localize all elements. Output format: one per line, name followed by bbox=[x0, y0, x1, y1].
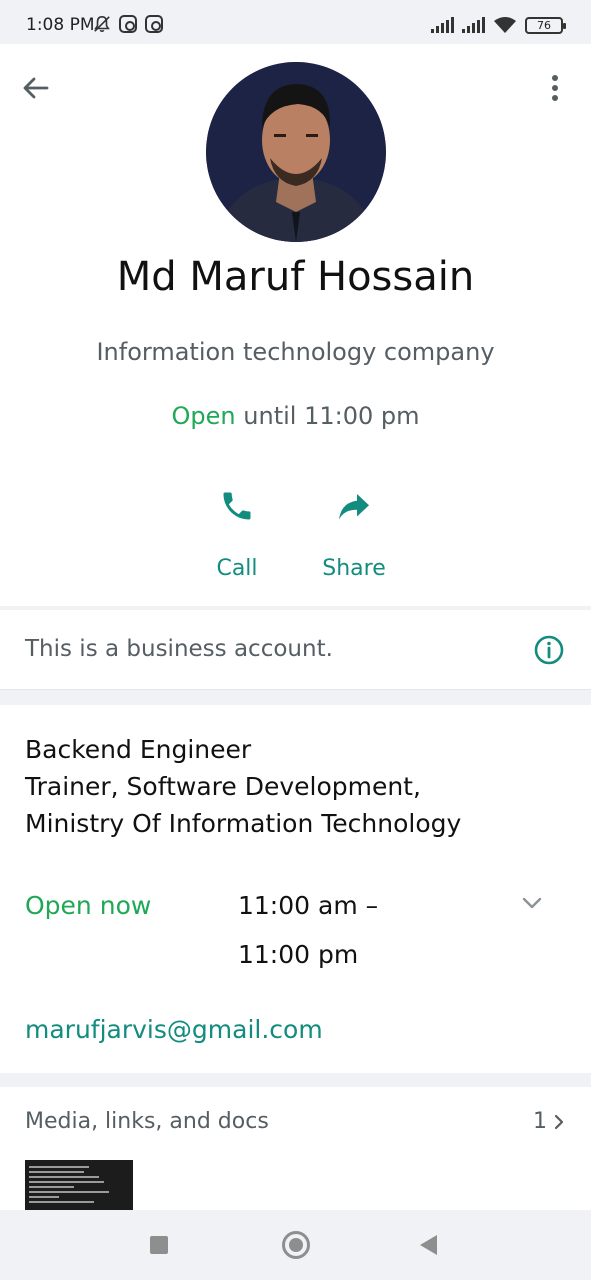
phone-icon bbox=[182, 484, 292, 528]
back-arrow-icon[interactable] bbox=[20, 72, 52, 104]
share-button[interactable]: Share bbox=[299, 484, 409, 581]
description-line: Ministry Of Information Technology bbox=[25, 809, 462, 838]
instagram-icon bbox=[145, 15, 163, 33]
signal-icon bbox=[431, 17, 454, 33]
notification-icons bbox=[93, 15, 163, 33]
chevron-right-icon bbox=[554, 1114, 564, 1129]
business-hours-summary: Open until 11:00 pm bbox=[0, 402, 591, 430]
info-icon[interactable] bbox=[533, 634, 565, 666]
open-now-status: Open now bbox=[25, 891, 152, 920]
profile-name: Md Maruf Hossain bbox=[116, 254, 475, 300]
status-bar: 1:08 PM 76 bbox=[0, 0, 591, 48]
muted-bell-icon bbox=[93, 15, 111, 33]
email-link[interactable]: marufjarvis@gmail.com bbox=[25, 1015, 323, 1044]
call-label: Call bbox=[216, 556, 258, 581]
business-details: Backend Engineer Trainer, Software Devel… bbox=[0, 705, 591, 1073]
business-account-notice[interactable]: This is a business account. bbox=[0, 610, 591, 690]
profile-photo[interactable] bbox=[206, 62, 386, 242]
wifi-icon bbox=[494, 17, 516, 33]
description-line: Backend Engineer bbox=[25, 735, 252, 764]
hours-text: until 11:00 pm bbox=[243, 402, 420, 430]
description-line: Trainer, Software Development, bbox=[25, 772, 421, 801]
call-button[interactable]: Call bbox=[182, 484, 292, 581]
business-hours-range: 11:00 am – 11:00 pm bbox=[238, 891, 378, 989]
status-time: 1:08 PM bbox=[26, 15, 95, 35]
system-navigation-bar bbox=[0, 1210, 591, 1280]
open-status: Open bbox=[171, 402, 236, 430]
business-description: Backend Engineer Trainer, Software Devel… bbox=[25, 731, 565, 842]
share-arrow-icon bbox=[299, 484, 409, 528]
media-count[interactable]: 1 bbox=[533, 1109, 565, 1134]
business-category: Information technology company bbox=[96, 338, 495, 366]
hours-start: 11:00 am – bbox=[238, 891, 379, 920]
business-notice-text: This is a business account. bbox=[25, 636, 333, 662]
more-options-icon[interactable] bbox=[539, 72, 571, 104]
hours-end: 11:00 pm bbox=[238, 940, 359, 969]
recent-apps-icon[interactable] bbox=[150, 1236, 168, 1254]
profile-header: Md Maruf Hossain Information technology … bbox=[0, 44, 591, 606]
signal-icon bbox=[462, 17, 485, 33]
media-links-docs[interactable]: Media, links, and docs 1 bbox=[0, 1087, 591, 1210]
media-count-value: 1 bbox=[533, 1109, 547, 1134]
chevron-down-icon[interactable] bbox=[519, 893, 545, 913]
media-thumbnail[interactable] bbox=[25, 1160, 133, 1210]
instagram-icon bbox=[119, 15, 137, 33]
media-section-title: Media, links, and docs bbox=[25, 1109, 269, 1134]
share-label: Share bbox=[322, 556, 386, 581]
system-icons: 76 bbox=[431, 16, 566, 34]
back-triangle-icon[interactable] bbox=[420, 1235, 437, 1255]
home-icon[interactable] bbox=[282, 1231, 310, 1259]
battery-icon: 76 bbox=[525, 16, 566, 34]
